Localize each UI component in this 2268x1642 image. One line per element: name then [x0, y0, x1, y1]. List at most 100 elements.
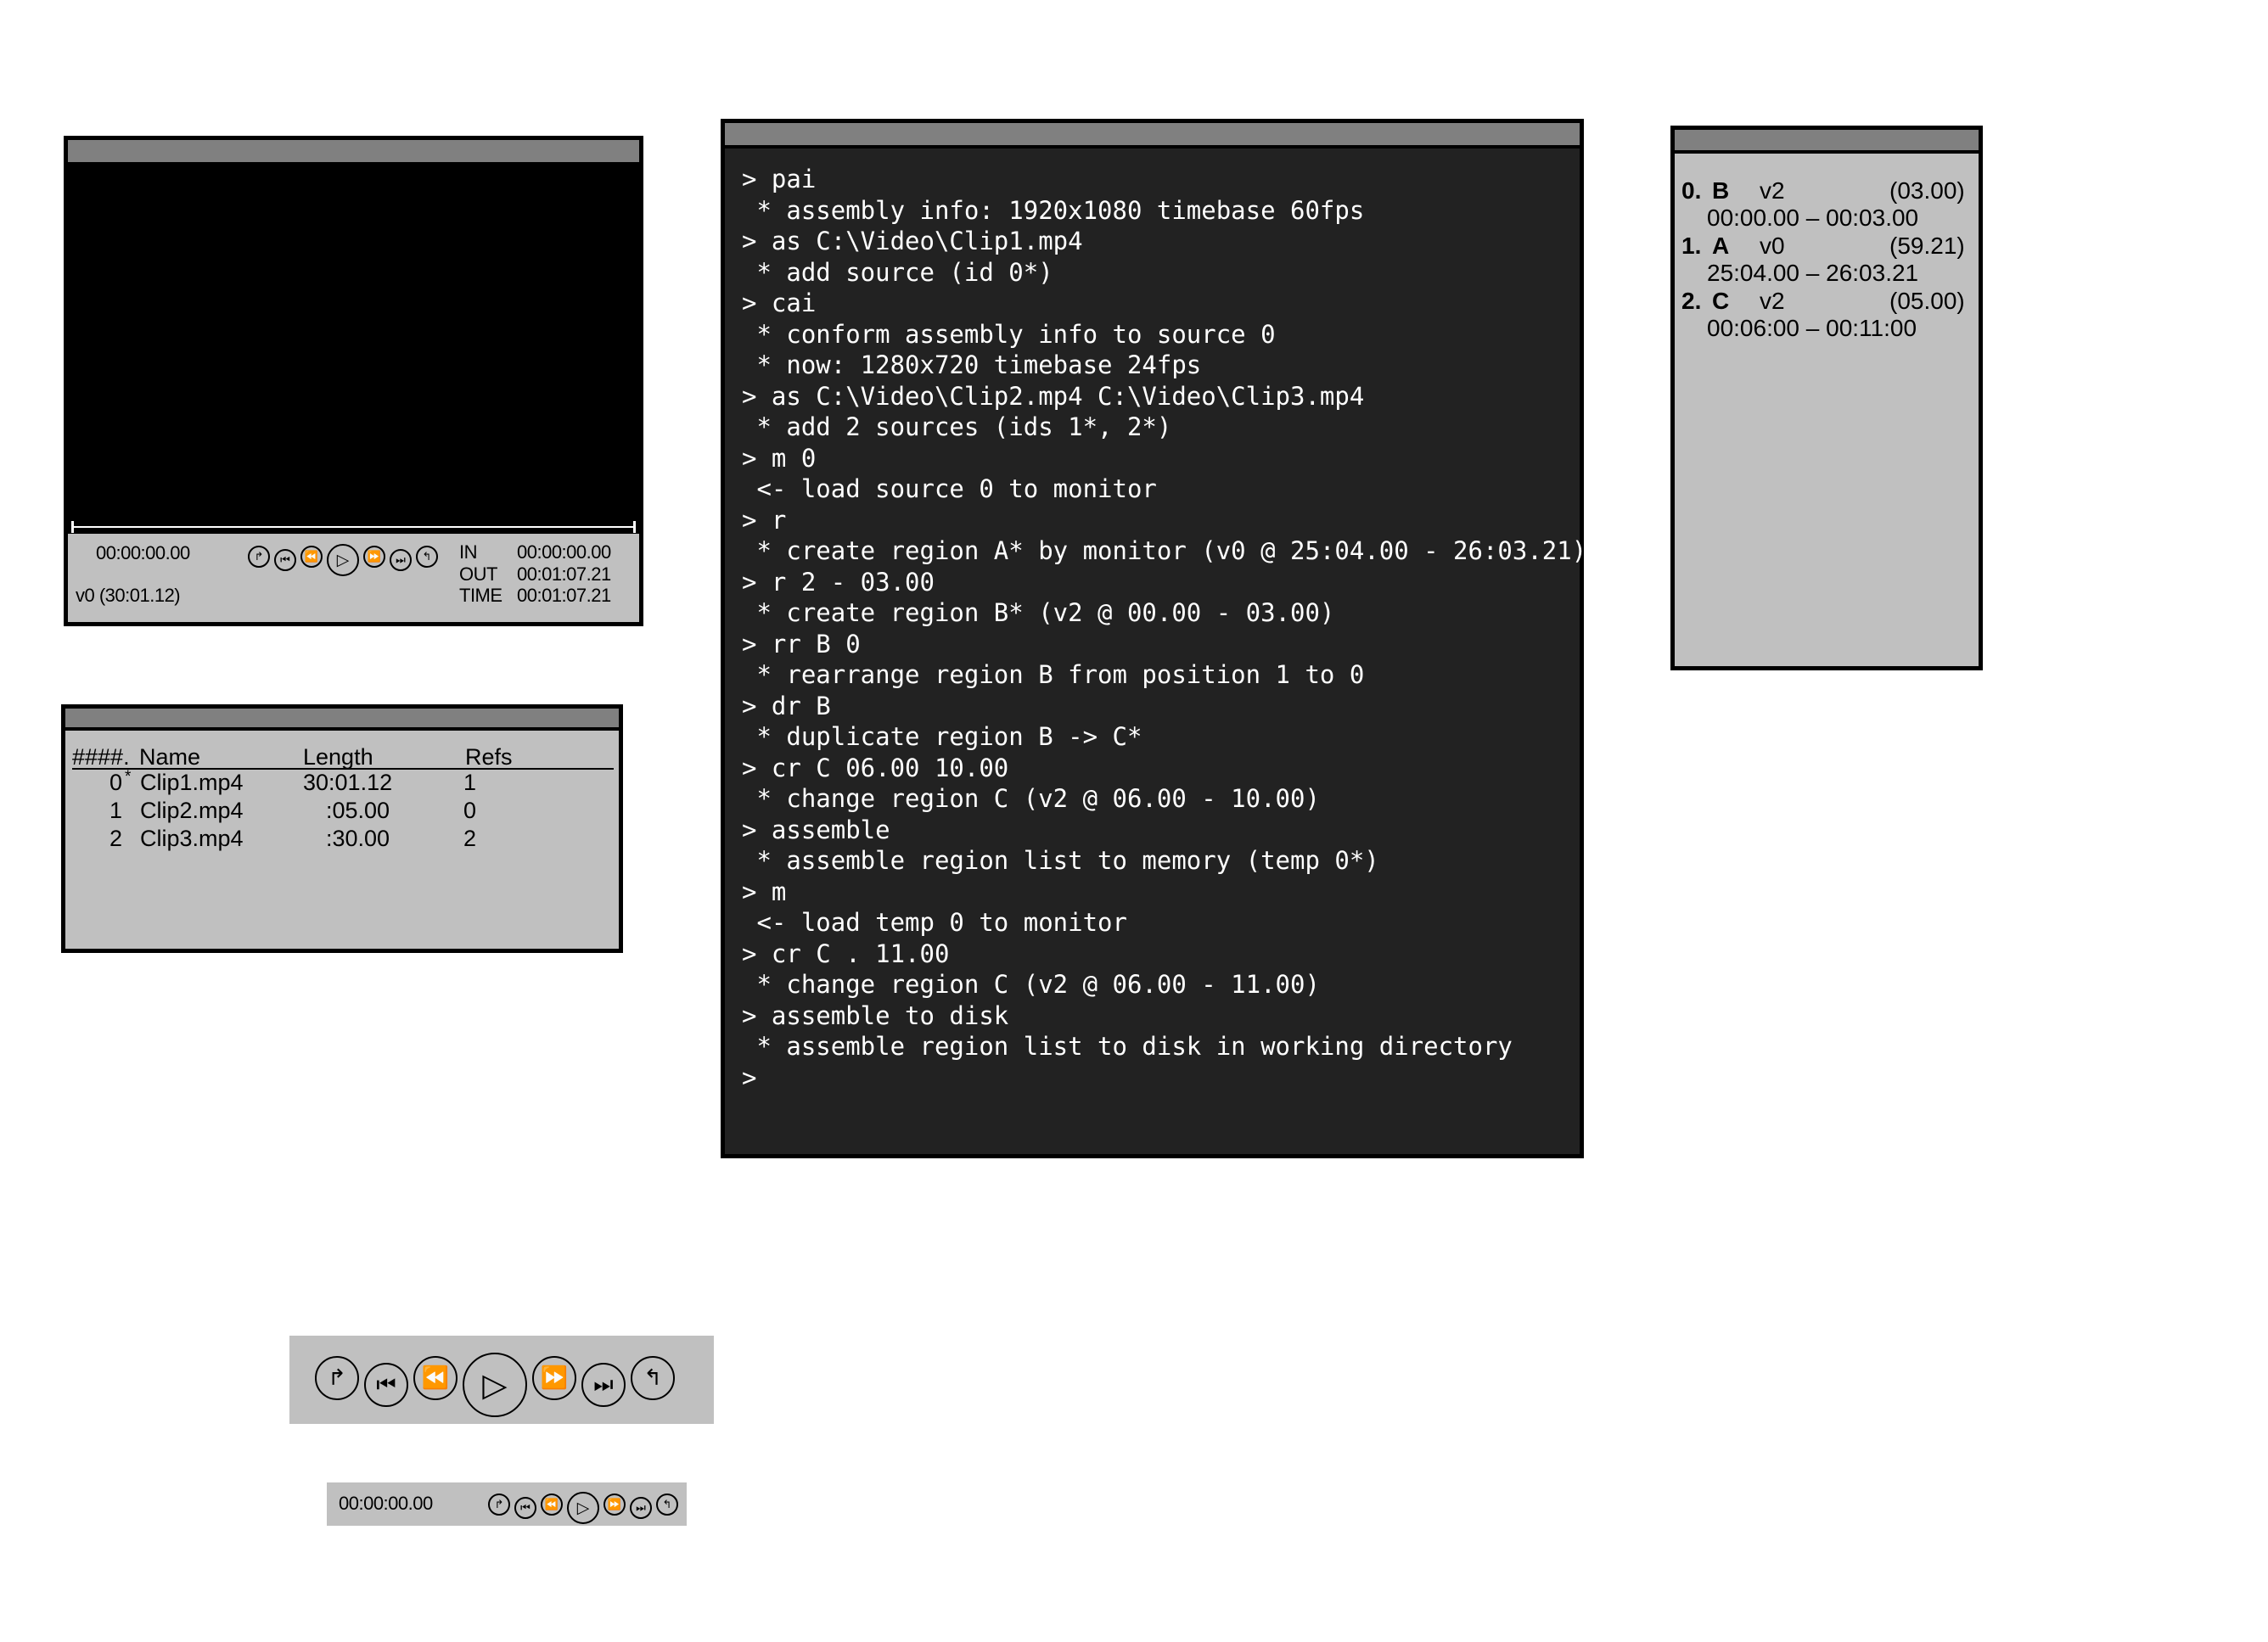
monitor-transport: ↱ ⏮ ⏪ ▷ ⏩ ⏭ ↰ [248, 537, 442, 576]
scrubber-out-marker[interactable] [633, 521, 636, 533]
source-marker: * [125, 768, 132, 786]
region-range: 25:04.00 – 26:03.21 [1707, 260, 1919, 286]
skip-back-icon[interactable]: ⏮ [364, 1363, 408, 1407]
source-list-window: ####. Name Length Refs 0 * Clip1.mp4 30:… [61, 704, 623, 953]
console-line: > dr B [742, 691, 831, 720]
region-name: C [1712, 288, 1730, 314]
mark-out-icon[interactable]: ↰ [656, 1493, 678, 1516]
console-title-bar[interactable] [725, 123, 1580, 149]
transport-bar-large: ↱ ⏮ ⏪ ▷ ⏩ ⏭ ↰ [289, 1336, 714, 1424]
console-line: > r [742, 505, 787, 535]
console-window[interactable]: > pai * assembly info: 1920x1080 timebas… [721, 119, 1586, 1158]
out-timecode[interactable]: 00:01:07.21 [517, 563, 611, 586]
scrubber-track [73, 526, 634, 528]
monitor-scrubber[interactable] [68, 521, 639, 533]
console-line: > assemble [742, 815, 890, 844]
console-output: > pai * assembly info: 1920x1080 timebas… [742, 164, 1586, 1093]
skip-forward-icon[interactable]: ⏭ [630, 1497, 652, 1519]
source-length: :30.00 [326, 826, 390, 851]
console-line: > cr C 06.00 10.00 [742, 753, 1009, 782]
transport-small-timecode: 00:00:00.00 [339, 1493, 433, 1514]
source-id: 1 [109, 798, 123, 823]
source-id: 0 [109, 770, 123, 795]
skip-forward-icon[interactable]: ⏭ [390, 549, 412, 571]
play-icon[interactable]: ▷ [567, 1492, 599, 1524]
time-timecode: 00:01:07.21 [517, 585, 611, 606]
region-duration: (05.00) [1889, 288, 1965, 314]
play-icon[interactable]: ▷ [463, 1353, 527, 1417]
mark-in-icon[interactable]: ↱ [315, 1356, 359, 1400]
region-source: v2 [1760, 288, 1785, 314]
region-duration: (03.00) [1889, 177, 1965, 204]
rewind-icon[interactable]: ⏪ [413, 1356, 458, 1400]
console-line: * assemble region list to disk in workin… [742, 1032, 1513, 1061]
source-row[interactable]: 2 Clip3.mp4 :30.00 2 [65, 826, 619, 854]
console-line: <- load temp 0 to monitor [742, 908, 1127, 937]
mark-in-icon[interactable]: ↱ [248, 546, 270, 568]
monitor-controls: 00:00:00.00 ↱ ⏮ ⏪ ▷ ⏩ ⏭ ↰ IN 00:00:00.00 OUT 0… [68, 535, 639, 622]
header-id: ####. [72, 744, 130, 770]
region-name: A [1712, 233, 1730, 259]
region-name: B [1712, 177, 1730, 204]
console-line: * change region C (v2 @ 06.00 - 11.00) [742, 970, 1320, 999]
play-icon[interactable]: ▷ [327, 544, 359, 576]
fast-forward-icon[interactable]: ⏩ [603, 1493, 626, 1516]
source-name: Clip1.mp4 [140, 770, 244, 795]
source-name: Clip2.mp4 [140, 798, 244, 823]
source-id: 2 [109, 826, 123, 851]
source-length: 30:01.12 [303, 770, 393, 795]
transport-bar-small: 00:00:00.00 ↱ ⏮ ⏪ ▷ ⏩ ⏭ ↰ [327, 1482, 687, 1526]
header-refs[interactable]: Refs [465, 744, 513, 771]
region-index: 0. [1681, 177, 1702, 204]
monitor-title-bar[interactable] [68, 140, 639, 165]
region-source: v2 [1760, 177, 1785, 204]
console-line: > as C:\Video\Clip2.mp4 C:\Video\Clip3.m… [742, 381, 1365, 411]
console-line: > m 0 [742, 443, 817, 473]
mark-out-icon[interactable]: ↰ [631, 1356, 675, 1400]
source-refs: 2 [463, 826, 477, 851]
header-name[interactable]: Name [139, 744, 200, 771]
skip-back-icon[interactable]: ⏮ [274, 549, 296, 571]
rewind-icon[interactable]: ⏪ [300, 546, 323, 568]
fast-forward-icon[interactable]: ⏩ [532, 1356, 576, 1400]
console-line: > assemble to disk [742, 1000, 1009, 1030]
source-row[interactable]: 0 * Clip1.mp4 30:01.12 1 [65, 768, 619, 798]
source-length: :05.00 [326, 798, 390, 823]
console-line: > cai [742, 289, 817, 317]
source-refs: 0 [463, 798, 477, 823]
console-line: * add 2 sources (ids 1*, 2*) [742, 412, 1172, 441]
mark-in-icon[interactable]: ↱ [488, 1493, 510, 1516]
in-timecode[interactable]: 00:00:00.00 [517, 541, 611, 563]
source-list-header: ####. Name Length Refs [72, 744, 614, 770]
skip-back-icon[interactable]: ⏮ [514, 1497, 536, 1519]
fast-forward-icon[interactable]: ⏩ [363, 546, 385, 568]
console-line: * rearrange region B from position 1 to … [742, 660, 1365, 689]
region-list-title-bar[interactable] [1675, 130, 1979, 154]
rewind-icon[interactable]: ⏪ [541, 1493, 563, 1516]
scrubber-in-marker[interactable] [71, 521, 74, 533]
console-line: > r 2 - 03.00 [742, 567, 935, 597]
console-line: * change region C (v2 @ 06.00 - 10.00) [742, 784, 1320, 813]
source-list-title-bar[interactable] [65, 709, 619, 731]
console-line: * create region B* (v2 @ 00.00 - 03.00) [742, 598, 1335, 627]
header-length[interactable]: Length [303, 744, 373, 771]
console-line: * create region A* by monitor (v0 @ 25:0… [742, 536, 1587, 565]
console-line: > m [742, 877, 787, 906]
monitor-video-screen [68, 165, 639, 534]
console-line: * assembly info: 1920x1080 timebase 60fp… [742, 195, 1365, 225]
console-line: > cr C . 11.00 [742, 939, 950, 968]
source-row[interactable]: 1 Clip2.mp4 :05.00 0 [65, 798, 619, 826]
console-line: > [742, 1062, 757, 1092]
out-label: OUT [459, 563, 497, 585]
skip-forward-icon[interactable]: ⏭ [581, 1363, 626, 1407]
transport-large-buttons: ↱ ⏮ ⏪ ▷ ⏩ ⏭ ↰ [315, 1339, 680, 1417]
console-line: > pai [742, 165, 817, 193]
monitor-source-label: v0 (30:01.12) [76, 585, 181, 606]
console-line: <- load source 0 to monitor [742, 474, 1157, 503]
mark-out-icon[interactable]: ↰ [416, 546, 438, 568]
console-line: * assemble region list to memory (temp 0… [742, 846, 1379, 875]
console-line: > rr B 0 [742, 629, 861, 658]
region-source: v0 [1760, 233, 1785, 259]
transport-small-buttons: ↱ ⏮ ⏪ ▷ ⏩ ⏭ ↰ [488, 1485, 682, 1524]
region-duration: (59.21) [1889, 233, 1965, 259]
